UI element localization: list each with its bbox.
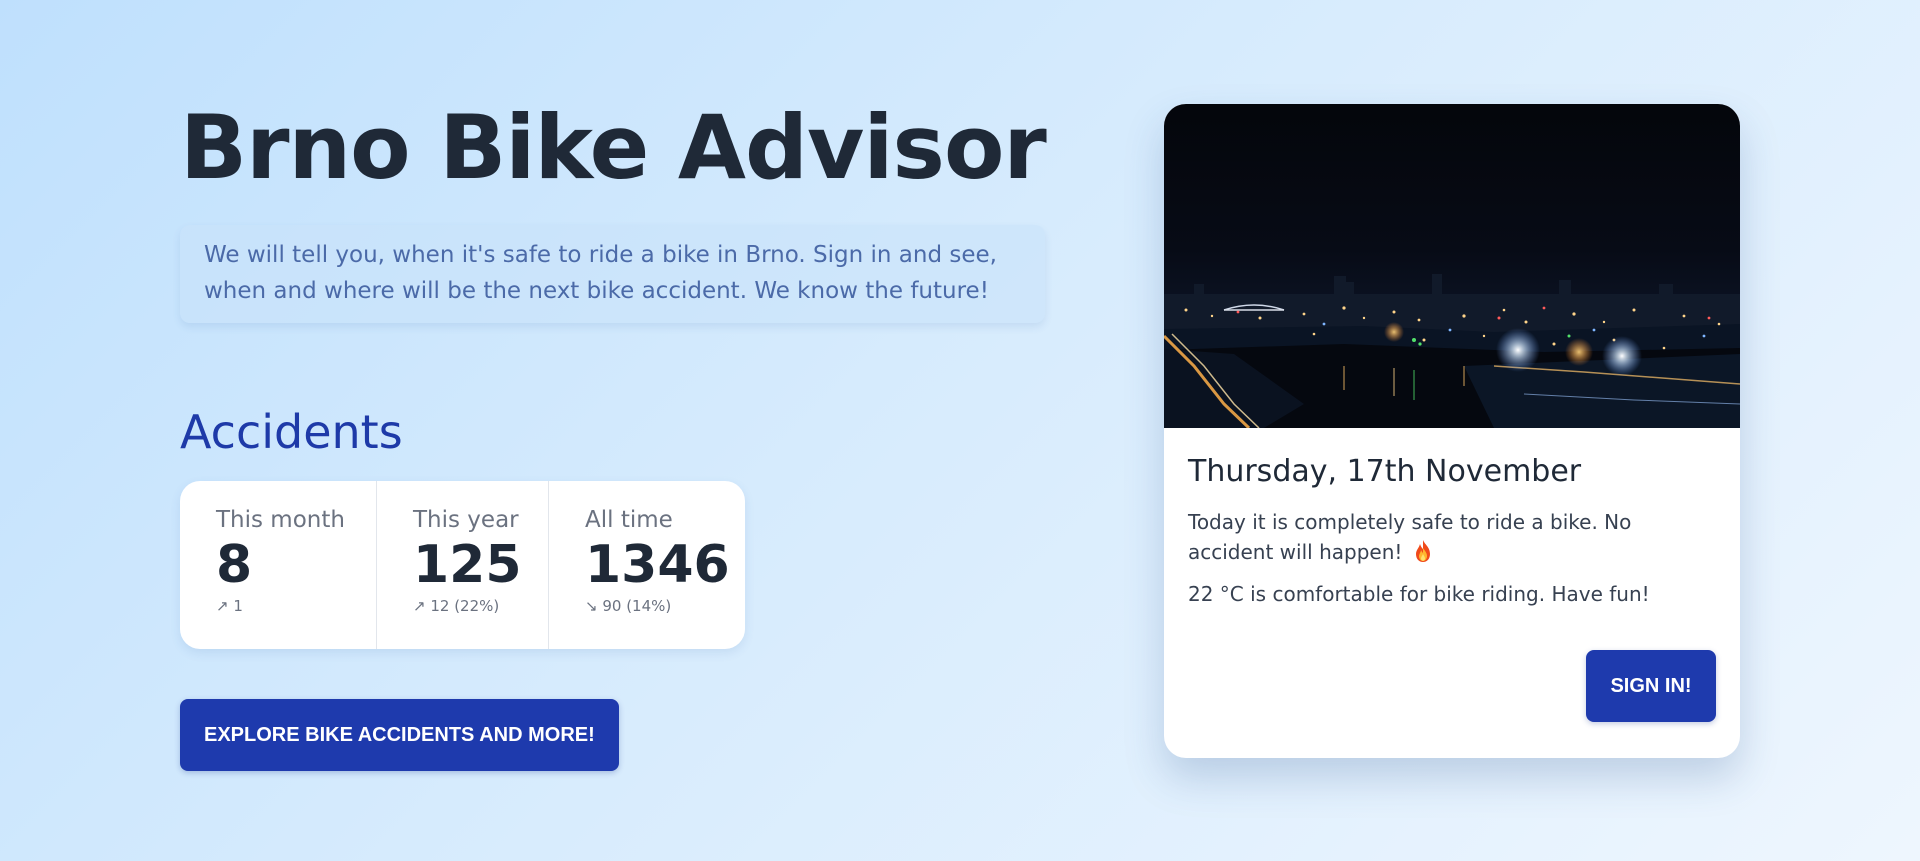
stat-value: 1346: [585, 534, 730, 595]
stat-diff: ↗ 1: [216, 596, 243, 615]
forecast-message: Today it is completely safe to ride a bi…: [1188, 510, 1632, 564]
stat-value: 8: [216, 534, 253, 595]
stat-diff: ↗ 12 (22%): [413, 596, 500, 615]
stat-label: This year: [413, 506, 519, 533]
stat-label: This month: [216, 506, 345, 533]
accident-stats: This month 8 ↗ 1 This year 125 ↗ 12 (22%…: [180, 480, 745, 649]
stat-this-month: This month 8 ↗ 1: [180, 480, 377, 649]
sign-in-button[interactable]: SIGN IN!: [1586, 650, 1716, 722]
night-city-photo: [1164, 104, 1740, 428]
stat-value: 125: [413, 534, 522, 595]
stat-diff: ↘ 90 (14%): [585, 596, 672, 615]
stat-label: All time: [585, 506, 673, 533]
forecast-text: Today it is completely safe to ride a bi…: [1188, 507, 1716, 567]
explore-button[interactable]: EXPLORE BIKE ACCIDENTS AND MORE!: [180, 698, 619, 771]
page-title: Brno Bike Advisor: [180, 96, 1047, 199]
forecast-card: Thursday, 17th November Today it is comp…: [1164, 104, 1740, 758]
hero-section: Brno Bike Advisor We will tell you, when…: [180, 96, 1050, 771]
stat-this-year: This year 125 ↗ 12 (22%): [377, 480, 549, 649]
hero-description: We will tell you, when it's safe to ride…: [180, 224, 1045, 323]
fire-icon: [1415, 540, 1430, 562]
card-body: Thursday, 17th November Today it is comp…: [1164, 428, 1740, 609]
card-date: Thursday, 17th November: [1188, 454, 1582, 489]
accidents-heading: Accidents: [180, 404, 403, 459]
stat-all-time: All time 1346 ↘ 90 (14%): [549, 481, 745, 649]
weather-text: 22 °C is comfortable for bike riding. Ha…: [1188, 582, 1650, 606]
